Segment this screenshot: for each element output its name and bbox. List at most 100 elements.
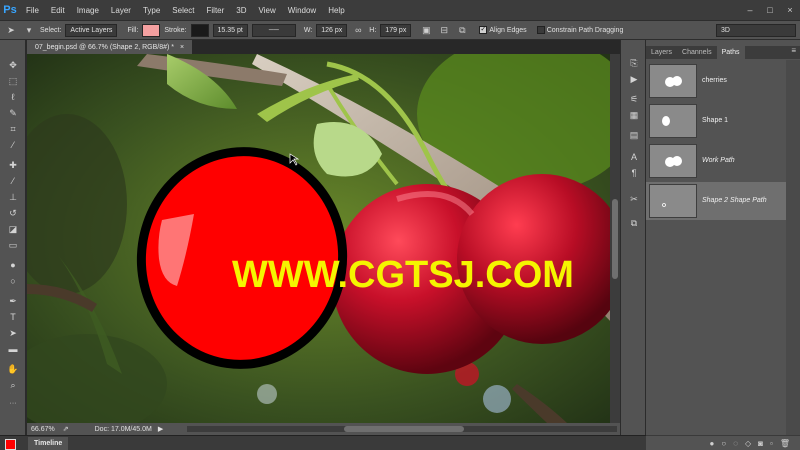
horizontal-scrollbar[interactable] xyxy=(187,426,617,432)
path-row-work-path[interactable]: Work Path xyxy=(646,142,786,180)
hand-icon[interactable]: ✋ xyxy=(4,362,22,376)
zoom-icon[interactable]: ⌕ xyxy=(4,378,22,392)
tool-presets-icon[interactable]: ✂ xyxy=(626,192,642,206)
workspace-dropdown[interactable]: 3D xyxy=(716,24,796,37)
tab-paths[interactable]: Paths xyxy=(716,46,745,59)
healing-icon[interactable]: ✚ xyxy=(4,158,22,172)
pen-icon[interactable]: ✒ xyxy=(4,294,22,308)
constrain-checkbox[interactable] xyxy=(536,26,545,34)
maximize-button[interactable]: □ xyxy=(760,0,780,20)
menu-window[interactable]: Window xyxy=(282,6,322,15)
styles-icon[interactable]: ▦ xyxy=(626,108,642,122)
tool-preset-dropdown-icon[interactable]: ▾ xyxy=(22,23,36,37)
fill-path-icon[interactable]: ● xyxy=(710,439,715,448)
panel-icon-strip: ⎘ ▶ ⚟ ▦ ▤ A ¶ ✂ ⧉ xyxy=(620,40,646,435)
path-row-shape-2[interactable]: Shape 2 Shape Path xyxy=(646,182,786,220)
load-selection-icon[interactable]: ◌ xyxy=(733,439,738,448)
actions-icon[interactable]: ▶ xyxy=(626,72,642,86)
align-edges-checkbox[interactable]: ✓ xyxy=(479,26,488,34)
width-field[interactable]: 126 px xyxy=(316,23,348,37)
link-icon[interactable]: ∞ xyxy=(351,23,365,37)
status-menu-arrow-icon[interactable]: ▶ xyxy=(158,425,163,433)
menu-help[interactable]: Help xyxy=(322,6,350,15)
path-select-tool-icon[interactable]: ➤ xyxy=(4,23,18,37)
path-arrangement-icon[interactable]: ⧉ xyxy=(455,23,469,37)
menu-type[interactable]: Type xyxy=(137,6,166,15)
marquee-icon[interactable]: ⬚ xyxy=(4,74,22,88)
minimize-button[interactable]: – xyxy=(740,0,760,20)
menu-filter[interactable]: Filter xyxy=(201,6,231,15)
vertical-scrollbar[interactable] xyxy=(610,54,620,423)
stroke-swatch[interactable] xyxy=(190,23,209,37)
menu-select[interactable]: Select xyxy=(166,6,200,15)
horizontal-scroll-thumb[interactable] xyxy=(344,426,464,432)
document-tab[interactable]: 07_begin.psd @ 66.7% (Shape 2, RGB/8#) *… xyxy=(27,40,193,54)
adjust-icon[interactable]: ⚟ xyxy=(626,92,642,106)
stamp-icon[interactable]: ⊥ xyxy=(4,190,22,204)
delete-path-icon[interactable]: 🗑 xyxy=(780,439,790,448)
path-alignment-icon[interactable]: ⊟ xyxy=(437,23,451,37)
make-work-path-icon[interactable]: ◇ xyxy=(745,439,751,448)
path-row-cherries[interactable]: cherries xyxy=(646,62,786,100)
move-icon[interactable]: ✥ xyxy=(4,58,22,72)
zoom-level[interactable]: 66.67% xyxy=(31,426,55,433)
menu-view[interactable]: View xyxy=(253,6,282,15)
close-button[interactable]: × xyxy=(780,0,800,20)
height-field[interactable]: 179 px xyxy=(380,23,412,37)
close-tab-icon[interactable]: × xyxy=(180,44,184,51)
menu-layer[interactable]: Layer xyxy=(105,6,137,15)
fill-label: Fill: xyxy=(127,26,139,34)
stroke-label: Stroke: xyxy=(164,26,187,34)
new-path-icon[interactable]: ▫ xyxy=(770,439,773,448)
cherry-photo xyxy=(27,54,610,423)
path-row-shape-1[interactable]: Shape 1 xyxy=(646,102,786,140)
eyedropper-icon[interactable]: ⁄ xyxy=(4,138,22,152)
tab-channels[interactable]: Channels xyxy=(677,46,717,59)
tab-layers[interactable]: Layers xyxy=(646,46,677,59)
quick-select-icon[interactable]: ✎ xyxy=(4,106,22,120)
layer-comps-icon[interactable]: ⧉ xyxy=(626,216,642,230)
doc-info: Doc: 17.0M/45.0M xyxy=(94,425,152,433)
select-dropdown[interactable]: Active Layers xyxy=(65,23,118,37)
gradient-icon[interactable]: ▭ xyxy=(4,238,22,252)
character-icon[interactable]: A xyxy=(626,150,642,164)
timeline-tab[interactable]: Timeline xyxy=(28,437,69,450)
paragraph-icon[interactable]: ¶ xyxy=(626,166,642,180)
history-brush-icon[interactable]: ↺ xyxy=(4,206,22,220)
menu-3d[interactable]: 3D xyxy=(230,6,252,15)
vertical-scroll-thumb[interactable] xyxy=(612,199,618,279)
brush-icon[interactable]: ⁄ xyxy=(4,174,22,188)
lasso-icon[interactable]: ℓ xyxy=(4,90,22,104)
eraser-icon[interactable]: ◪ xyxy=(4,222,22,236)
constrain-option[interactable]: Constrain Path Dragging xyxy=(536,26,623,34)
panel-menu-icon[interactable]: ≡ xyxy=(791,46,796,55)
stroke-type-dropdown[interactable]: ── xyxy=(251,23,296,37)
fill-swatch[interactable] xyxy=(142,23,161,37)
stroke-width-field[interactable]: 15.35 pt xyxy=(212,23,248,37)
path-name: cherries xyxy=(702,77,727,84)
path-operations-icon[interactable]: ▣ xyxy=(419,23,433,37)
menu-image[interactable]: Image xyxy=(71,6,105,15)
add-mask-icon[interactable]: ◙ xyxy=(758,439,763,448)
shape-icon[interactable]: ▬ xyxy=(4,342,22,356)
menu-file[interactable]: File xyxy=(20,6,45,15)
menu-edit[interactable]: Edit xyxy=(45,6,71,15)
w-label: W: xyxy=(303,26,313,34)
type-icon[interactable]: T xyxy=(4,310,22,324)
align-edges-option[interactable]: ✓ Align Edges xyxy=(479,26,527,34)
foreground-color-swatch[interactable] xyxy=(5,439,16,450)
blur-icon[interactable]: ● xyxy=(4,258,22,272)
swatches-icon[interactable]: ▤ xyxy=(626,128,642,142)
select-label: Select: xyxy=(40,26,62,34)
more-tools-icon[interactable]: ··· xyxy=(4,396,22,410)
menu-bar: Ps File Edit Image Layer Type Select Fil… xyxy=(0,0,800,20)
crop-icon[interactable]: ⌗ xyxy=(4,122,22,136)
stroke-path-icon[interactable]: ○ xyxy=(721,439,726,448)
path-select-icon[interactable]: ➤ xyxy=(4,326,22,340)
dodge-icon[interactable]: ○ xyxy=(4,274,22,288)
canvas[interactable]: WWW.CGTSJ.COM xyxy=(27,54,610,423)
history-icon[interactable]: ⎘ xyxy=(626,56,642,70)
export-icon[interactable]: ⇗ xyxy=(63,425,69,433)
panel-scrollbar[interactable] xyxy=(786,60,800,435)
h-label: H: xyxy=(369,26,377,34)
